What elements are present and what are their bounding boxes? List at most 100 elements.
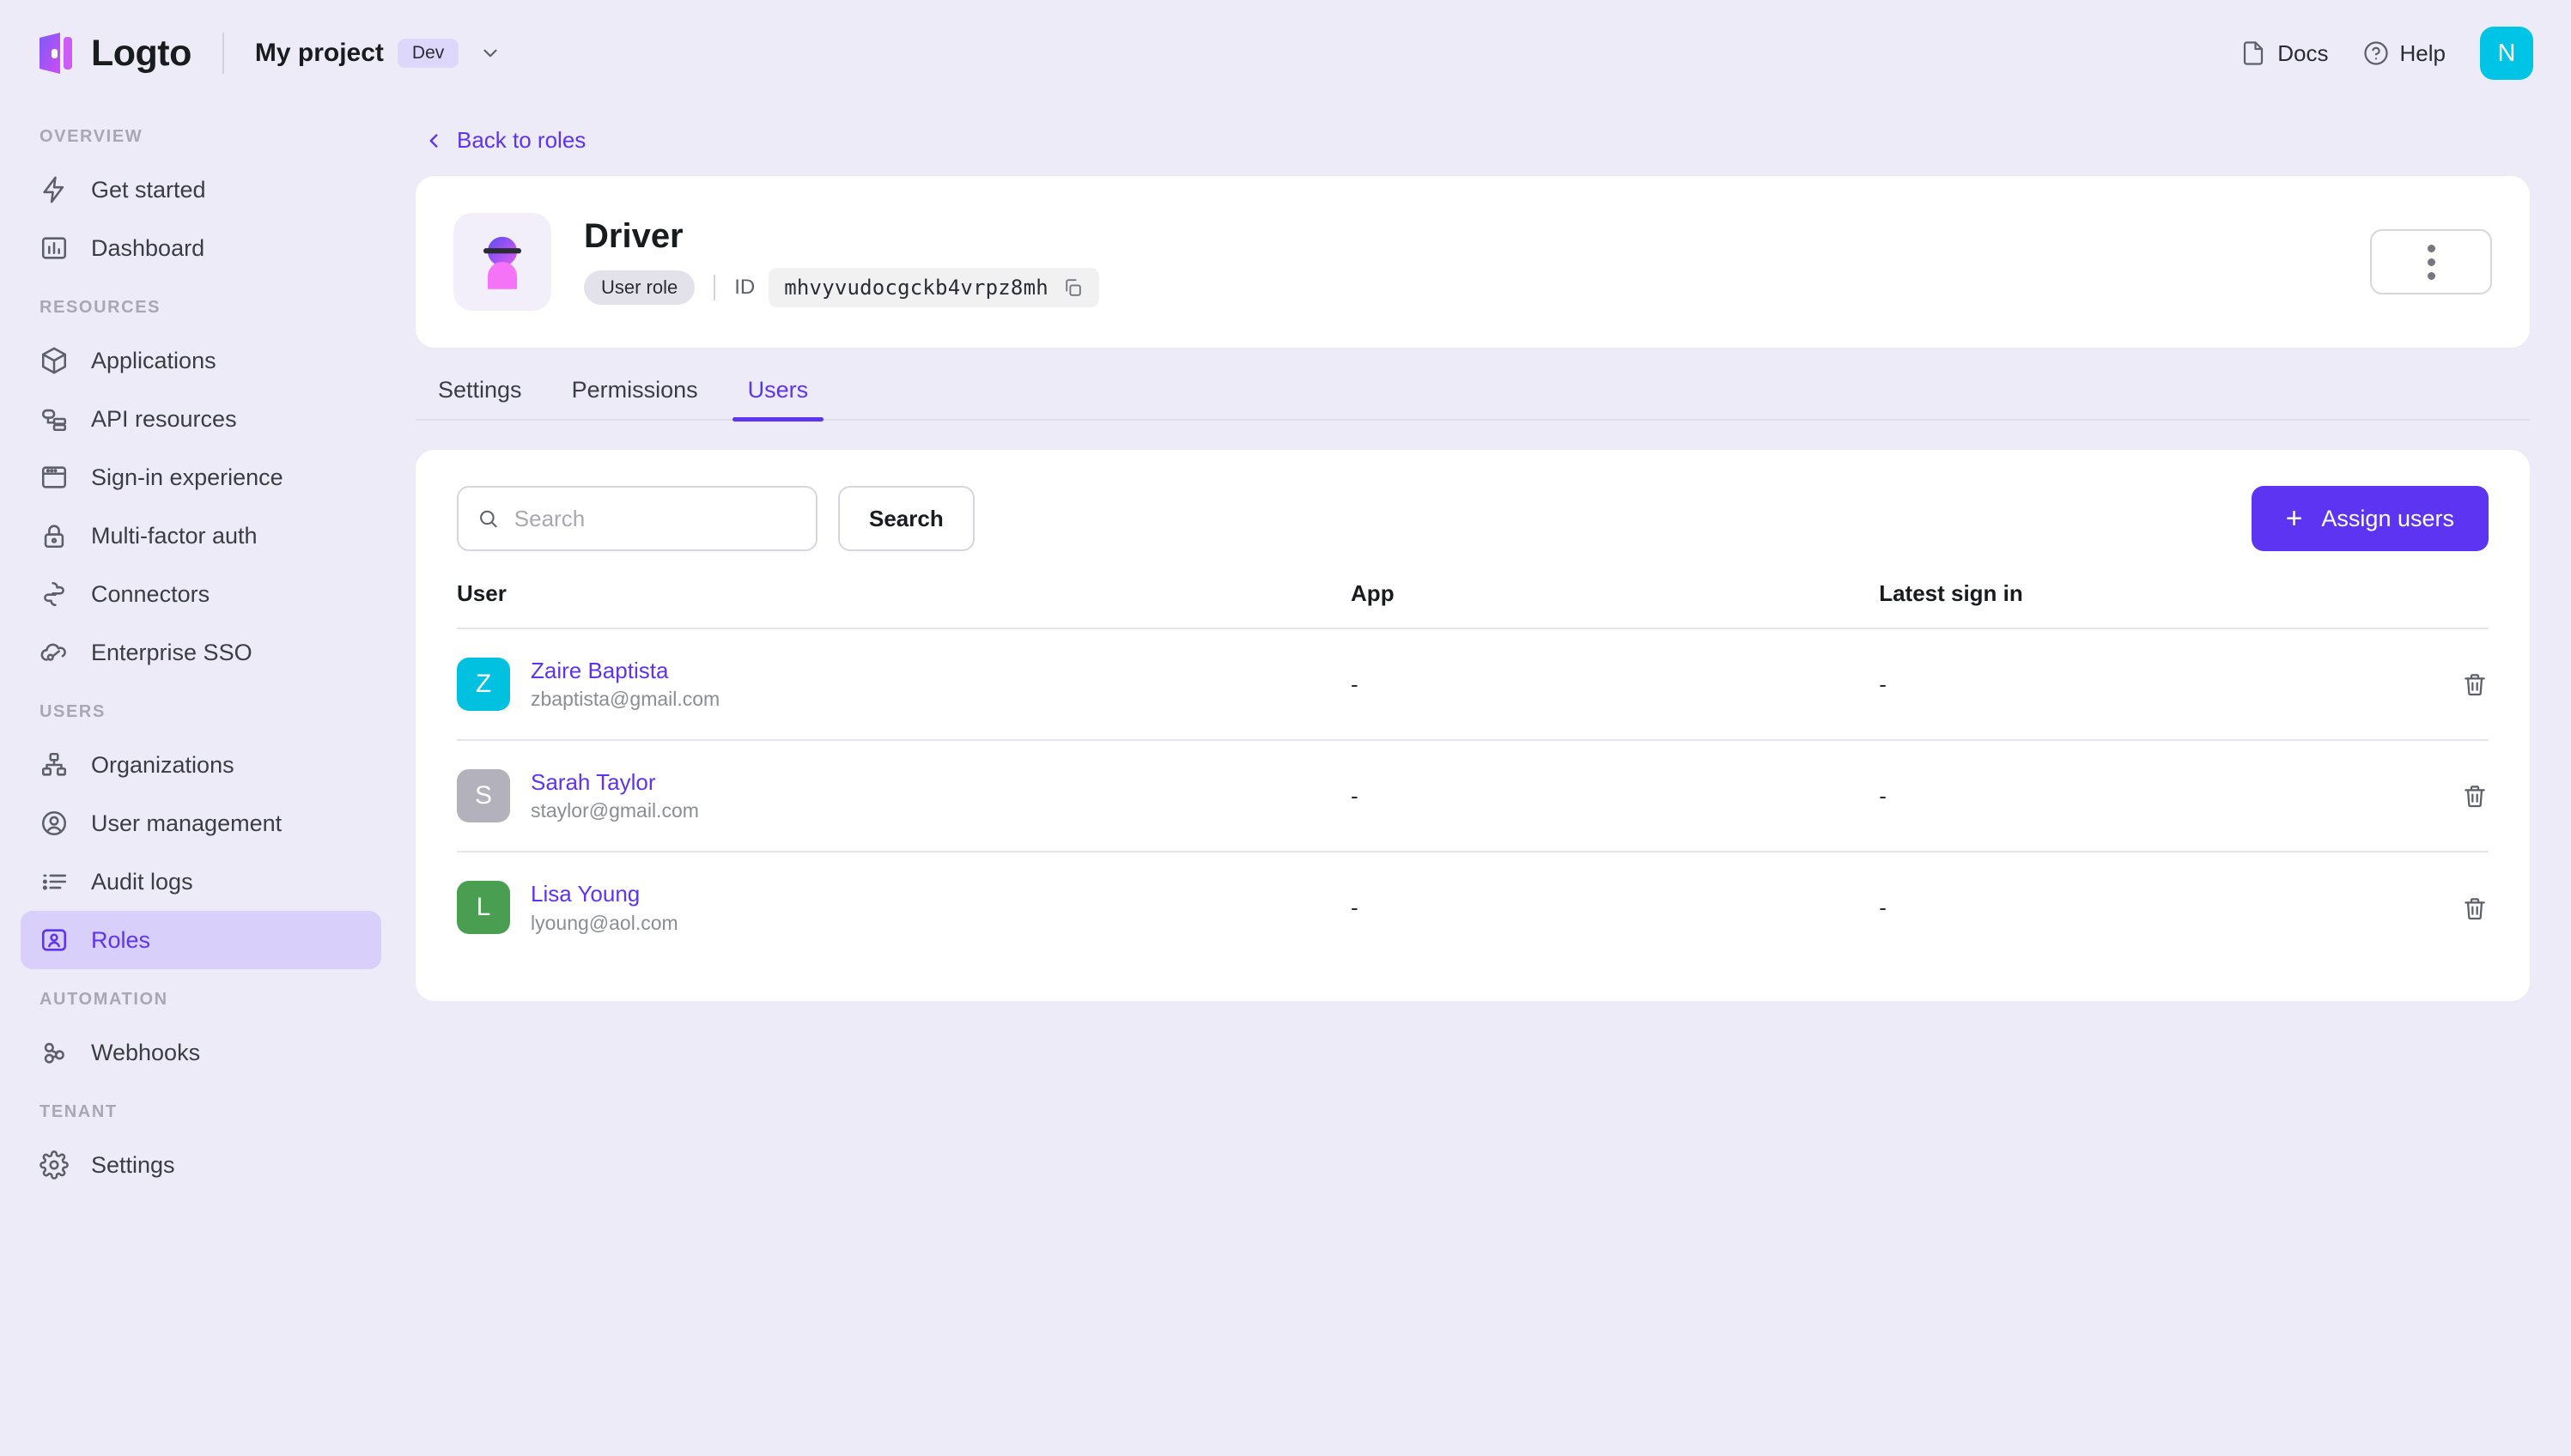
table-row[interactable]: L Lisa Young lyoung@aol.com - - <box>457 852 2489 963</box>
sidebar-section-automation: AUTOMATION <box>21 969 381 1023</box>
delete-user-button[interactable] <box>2367 895 2489 922</box>
lightning-icon <box>40 175 69 204</box>
user-name-link[interactable]: Lisa Young <box>531 879 678 909</box>
back-link-label: Back to roles <box>457 127 586 154</box>
sidebar-section-overview: OVERVIEW <box>21 106 381 161</box>
sidebar-item-dashboard[interactable]: Dashboard <box>21 219 381 277</box>
sidebar-item-api-resources[interactable]: API resources <box>21 390 381 448</box>
sidebar-item-label: Multi-factor auth <box>91 523 258 549</box>
search-input[interactable] <box>514 506 797 532</box>
table-row[interactable]: S Sarah Taylor staylor@gmail.com - - <box>457 740 2489 852</box>
delete-user-button[interactable] <box>2367 670 2489 698</box>
user-email: lyoung@aol.com <box>531 910 678 937</box>
trash-icon <box>2461 895 2489 922</box>
search-box[interactable] <box>457 486 817 551</box>
user-name-link[interactable]: Sarah Taylor <box>531 767 699 798</box>
plus-icon: + <box>2286 504 2303 533</box>
question-circle-icon <box>2363 40 2389 66</box>
sidebar-item-label: Audit logs <box>91 869 193 895</box>
cell-app: - <box>1351 740 1879 852</box>
user-email: zbaptista@gmail.com <box>531 686 720 713</box>
header-actions: Docs Help N <box>2240 27 2533 80</box>
sidebar-item-label: Webhooks <box>91 1040 200 1066</box>
user-cell: S Sarah Taylor staylor@gmail.com <box>457 767 1351 824</box>
trash-icon <box>2461 670 2489 698</box>
subline-divider <box>714 275 715 300</box>
user-email: staylor@gmail.com <box>531 798 699 824</box>
lock-icon <box>40 521 69 550</box>
role-avatar <box>453 213 551 311</box>
role-more-actions-button[interactable] <box>2370 229 2492 294</box>
role-badge-icon <box>40 925 69 955</box>
cell-user: S Sarah Taylor staylor@gmail.com <box>457 740 1351 852</box>
sidebar-item-roles[interactable]: Roles <box>21 911 381 969</box>
user-identity: Zaire Baptista zbaptista@gmail.com <box>531 656 720 713</box>
delete-user-button[interactable] <box>2367 782 2489 810</box>
search-icon <box>477 507 499 531</box>
more-vertical-icon <box>2428 272 2435 280</box>
more-vertical-icon <box>2428 245 2435 252</box>
avatar: S <box>457 769 510 822</box>
sidebar-item-multi-factor-auth[interactable]: Multi-factor auth <box>21 507 381 565</box>
sidebar-item-webhooks[interactable]: Webhooks <box>21 1023 381 1082</box>
sidebar-item-label: Connectors <box>91 581 210 608</box>
tab-users[interactable]: Users <box>732 377 824 419</box>
assign-users-button[interactable]: + Assign users <box>2252 486 2489 551</box>
role-id-label: ID <box>734 276 755 300</box>
sidebar-item-label: Sign-in experience <box>91 464 283 491</box>
sidebar-section-tenant: TENANT <box>21 1082 381 1136</box>
back-to-roles-link[interactable]: Back to roles <box>416 106 2530 176</box>
list-lines-icon <box>40 867 69 896</box>
header-divider <box>222 33 224 74</box>
sidebar-item-audit-logs[interactable]: Audit logs <box>21 852 381 911</box>
sidebar-item-get-started[interactable]: Get started <box>21 161 381 219</box>
copy-icon[interactable] <box>1062 277 1084 299</box>
sidebar-item-sign-in-experience[interactable]: Sign-in experience <box>21 448 381 507</box>
column-header-latest-sign-in: Latest sign in <box>1879 580 2367 628</box>
api-cloud-icon <box>40 404 69 434</box>
page-layout: OVERVIEW Get started Dashboard RESOURCES… <box>0 106 2571 1456</box>
browser-window-icon <box>40 463 69 492</box>
sidebar-item-enterprise-sso[interactable]: Enterprise SSO <box>21 623 381 682</box>
sidebar-item-connectors[interactable]: Connectors <box>21 565 381 623</box>
role-id-chip[interactable]: mhvyvudocgckb4vrpz8mh <box>769 268 1099 307</box>
sidebar-item-label: Applications <box>91 348 216 374</box>
trash-icon <box>2461 782 2489 810</box>
user-avatar[interactable]: N <box>2480 27 2533 80</box>
sidebar-item-label: Organizations <box>91 752 234 779</box>
sidebar-item-settings[interactable]: Settings <box>21 1136 381 1194</box>
avatar: Z <box>457 658 510 711</box>
sidebar-item-organizations[interactable]: Organizations <box>21 736 381 794</box>
help-link[interactable]: Help <box>2363 40 2446 67</box>
cell-latest-sign-in: - <box>1879 852 2367 963</box>
docs-link[interactable]: Docs <box>2240 40 2328 67</box>
org-tree-icon <box>40 750 69 780</box>
sidebar-item-applications[interactable]: Applications <box>21 331 381 390</box>
avatar-initial: Z <box>476 670 491 699</box>
role-id-value: mhvyvudocgckb4vrpz8mh <box>784 276 1048 300</box>
role-tabs: Settings Permissions Users <box>416 377 2530 421</box>
brand-logo[interactable]: Logto <box>38 33 191 75</box>
cloud-key-icon <box>40 638 69 667</box>
user-name-link[interactable]: Zaire Baptista <box>531 656 720 686</box>
sidebar-item-label: API resources <box>91 406 237 433</box>
tab-settings[interactable]: Settings <box>422 377 538 419</box>
cell-actions <box>2367 740 2489 852</box>
more-vertical-icon <box>2428 258 2435 266</box>
sidebar-item-user-management[interactable]: User management <box>21 794 381 852</box>
avatar-initial: N <box>2498 39 2516 68</box>
user-cell: Z Zaire Baptista zbaptista@gmail.com <box>457 656 1351 713</box>
avatar-initial: L <box>477 893 491 922</box>
table-row[interactable]: Z Zaire Baptista zbaptista@gmail.com - - <box>457 628 2489 740</box>
assign-users-label: Assign users <box>2321 506 2454 532</box>
tab-permissions[interactable]: Permissions <box>556 377 714 419</box>
user-circle-icon <box>40 809 69 838</box>
cell-latest-sign-in: - <box>1879 628 2367 740</box>
search-button[interactable]: Search <box>838 486 975 551</box>
project-switcher[interactable]: My project Dev <box>255 39 501 68</box>
users-toolbar: Search + Assign users <box>457 486 2489 551</box>
sidebar-section-users: USERS <box>21 682 381 736</box>
sidebar-item-label: User management <box>91 810 282 837</box>
docs-label: Docs <box>2277 40 2328 67</box>
project-name: My project <box>255 39 384 68</box>
